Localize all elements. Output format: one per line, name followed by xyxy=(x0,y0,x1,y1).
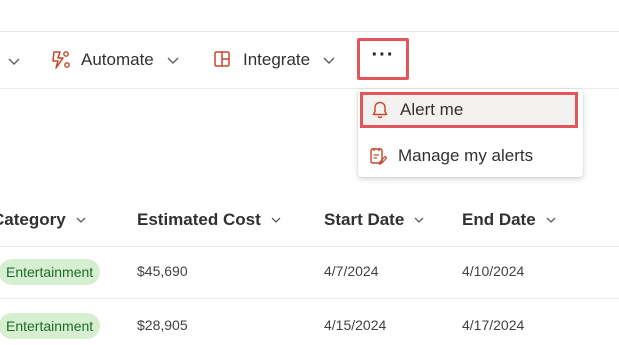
list-header: Category Estimated Cost Start Date End D… xyxy=(0,198,619,242)
column-header-start-date[interactable]: Start Date xyxy=(324,210,425,230)
integrate-button[interactable]: Integrate xyxy=(212,46,336,74)
chevron-down-icon xyxy=(167,57,179,64)
manage-my-alerts-menu-item[interactable]: Manage my alerts xyxy=(358,136,583,176)
category-tag: Entertainment xyxy=(0,313,101,339)
start-date-cell: 4/15/2024 xyxy=(324,317,387,333)
chevron-down-icon xyxy=(323,57,335,64)
chevron-down-icon xyxy=(414,217,424,223)
alert-me-menu-item[interactable]: Alert me xyxy=(360,92,578,128)
bell-icon xyxy=(372,101,388,119)
integrate-label: Integrate xyxy=(243,50,311,69)
category-tag: Entertainment xyxy=(0,259,101,285)
end-date-cell: 4/10/2024 xyxy=(462,263,525,279)
estimated-cost-cell: $28,905 xyxy=(137,317,188,333)
chevron-down-icon[interactable] xyxy=(7,54,21,68)
column-header-category[interactable]: Category xyxy=(0,210,87,230)
more-options-button[interactable]: ··· xyxy=(357,38,409,80)
chevron-down-icon xyxy=(271,217,281,223)
more-options-menu: Alert me Manage my alerts xyxy=(358,89,583,177)
end-date-cell: 4/17/2024 xyxy=(462,317,525,333)
manage-alerts-icon xyxy=(370,148,388,165)
estimated-cost-cell: $45,690 xyxy=(137,263,188,279)
row-divider xyxy=(0,246,619,247)
page: Automate Integrate ··· Alert me Manage m… xyxy=(0,0,619,345)
chevron-down-icon xyxy=(76,217,86,223)
alert-me-label: Alert me xyxy=(400,100,464,119)
integrate-icon xyxy=(214,51,230,67)
start-date-cell: 4/7/2024 xyxy=(324,263,379,279)
automate-label: Automate xyxy=(81,50,154,69)
command-bar: Automate Integrate xyxy=(0,32,619,88)
chevron-down-icon xyxy=(546,217,556,223)
automate-icon xyxy=(52,51,70,69)
more-icon: ··· xyxy=(371,43,395,66)
column-header-estimated-cost[interactable]: Estimated Cost xyxy=(137,210,282,230)
manage-my-alerts-label: Manage my alerts xyxy=(398,146,534,165)
column-header-end-date[interactable]: End Date xyxy=(462,210,557,230)
row-divider xyxy=(0,298,619,299)
automate-button[interactable]: Automate xyxy=(50,46,180,74)
